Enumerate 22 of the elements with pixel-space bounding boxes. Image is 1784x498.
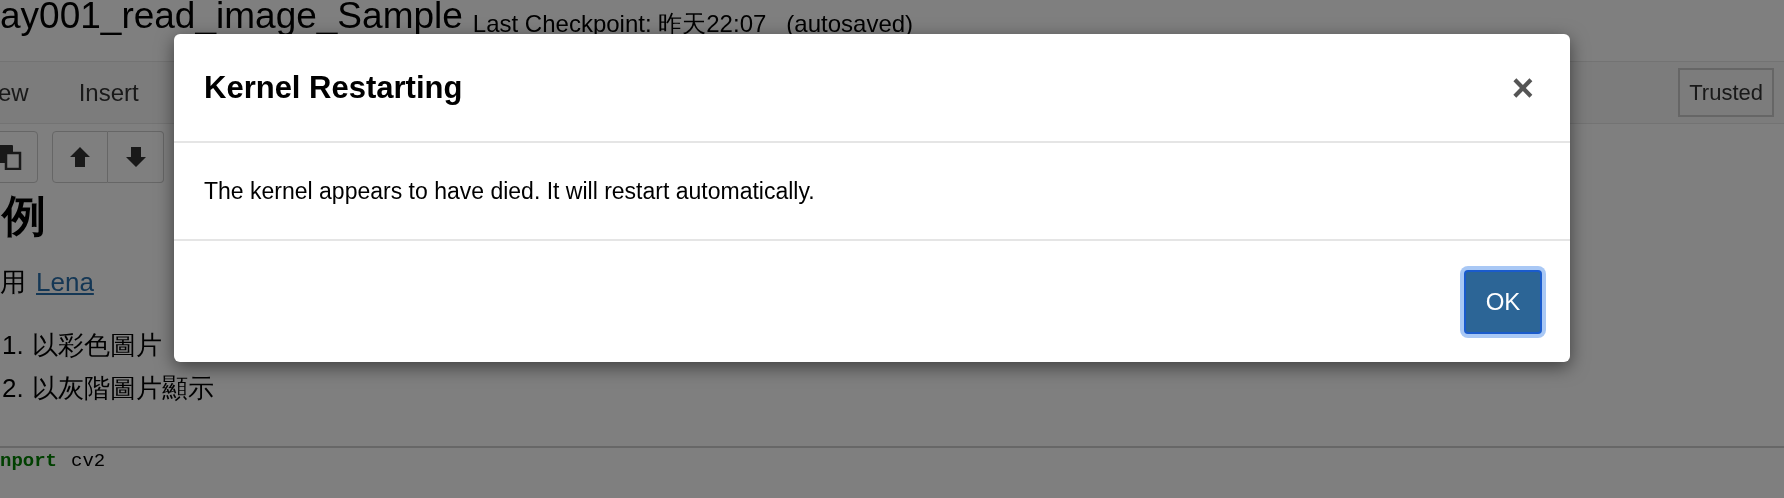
dialog-title: Kernel Restarting (204, 68, 463, 107)
autosave-status: (autosaved) (786, 9, 914, 39)
list-item-text: 以彩色圖片 (31, 328, 162, 362)
trusted-button[interactable]: Trusted (1678, 68, 1774, 117)
checkpoint-text: Last Checkpoint: 昨天22:07 (472, 9, 767, 39)
list-number: 1. (2, 328, 24, 362)
arrow-up-icon (69, 145, 91, 169)
menu-item[interactable]: Insert (78, 74, 163, 111)
toolbar-button[interactable] (108, 131, 164, 183)
code-keyword: nport (0, 449, 57, 472)
toolbar-button[interactable] (52, 131, 108, 183)
code-text: cv2 (71, 449, 106, 472)
close-button[interactable]: × (1505, 68, 1540, 107)
list-number: 2. (2, 371, 24, 405)
notebook-title[interactable]: ay001_read_image_Sample (0, 0, 463, 37)
heading: 例 (2, 190, 46, 242)
dialog-message: The kernel appears to have died. It will restart automatically. (204, 176, 815, 206)
arrow-down-icon (124, 145, 147, 169)
list-item-text: 以灰階圖片顯示 (31, 371, 214, 405)
intro-text: 用 (0, 265, 26, 299)
link[interactable]: Lena (36, 262, 94, 302)
paste-icon (0, 144, 22, 170)
